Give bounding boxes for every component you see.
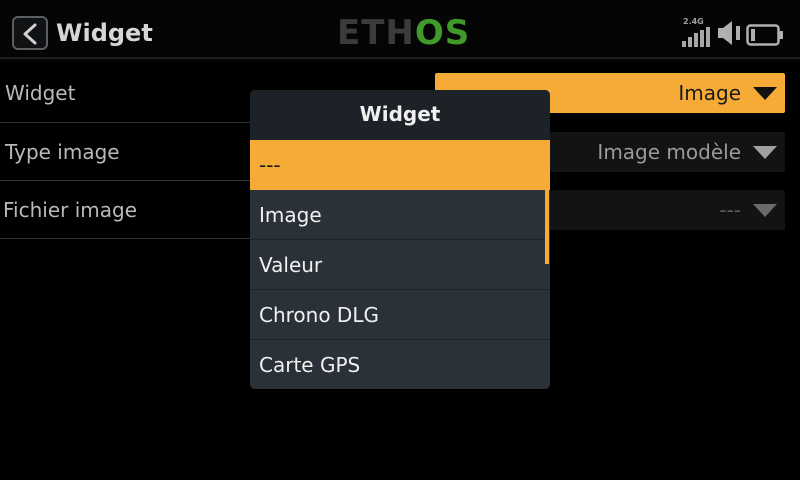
dropdown-value: Image modèle [597, 140, 741, 164]
dropdown-value: Image [678, 81, 741, 105]
image-type-dropdown[interactable]: Image modèle [549, 132, 785, 172]
popup-title: Widget [250, 90, 550, 140]
signal-strength-icon [682, 27, 710, 47]
setting-label: Widget [5, 81, 76, 105]
header-divider [0, 57, 800, 59]
back-button[interactable] [12, 16, 48, 50]
page-title: Widget [56, 19, 153, 47]
popup-option-dlg-timer[interactable]: Chrono DLG [250, 290, 550, 340]
dropdown-arrow-icon [753, 146, 777, 159]
image-file-dropdown[interactable]: --- [549, 190, 785, 230]
status-icons: 2.4G [680, 14, 790, 50]
popup-scrollbar[interactable] [545, 189, 549, 264]
dropdown-arrow-icon [753, 204, 777, 217]
popup-option-value[interactable]: Valeur [250, 240, 550, 290]
speaker-icon [718, 21, 740, 45]
popup-option-none[interactable]: --- [250, 140, 550, 190]
popup-option-gps-map[interactable]: Carte GPS [250, 340, 550, 389]
dropdown-arrow-icon [753, 87, 777, 100]
dropdown-value: --- [719, 198, 741, 222]
setting-label: Type image [5, 140, 120, 164]
back-arrow-icon [23, 23, 37, 45]
rf-band-label: 2.4G [683, 17, 704, 26]
popup-options-list[interactable]: --- Image Valeur Chrono DLG Carte GPS [250, 140, 550, 389]
setting-label: Fichier image [3, 198, 138, 222]
battery-icon [746, 24, 783, 46]
popup-option-image[interactable]: Image [250, 190, 550, 240]
top-bar: Widget ETHOS 2.4G [0, 0, 800, 62]
ethos-logo: ETHOS [337, 13, 471, 53]
widget-selection-popup[interactable]: Widget --- Image Valeur Chrono DLG Carte… [250, 90, 550, 389]
